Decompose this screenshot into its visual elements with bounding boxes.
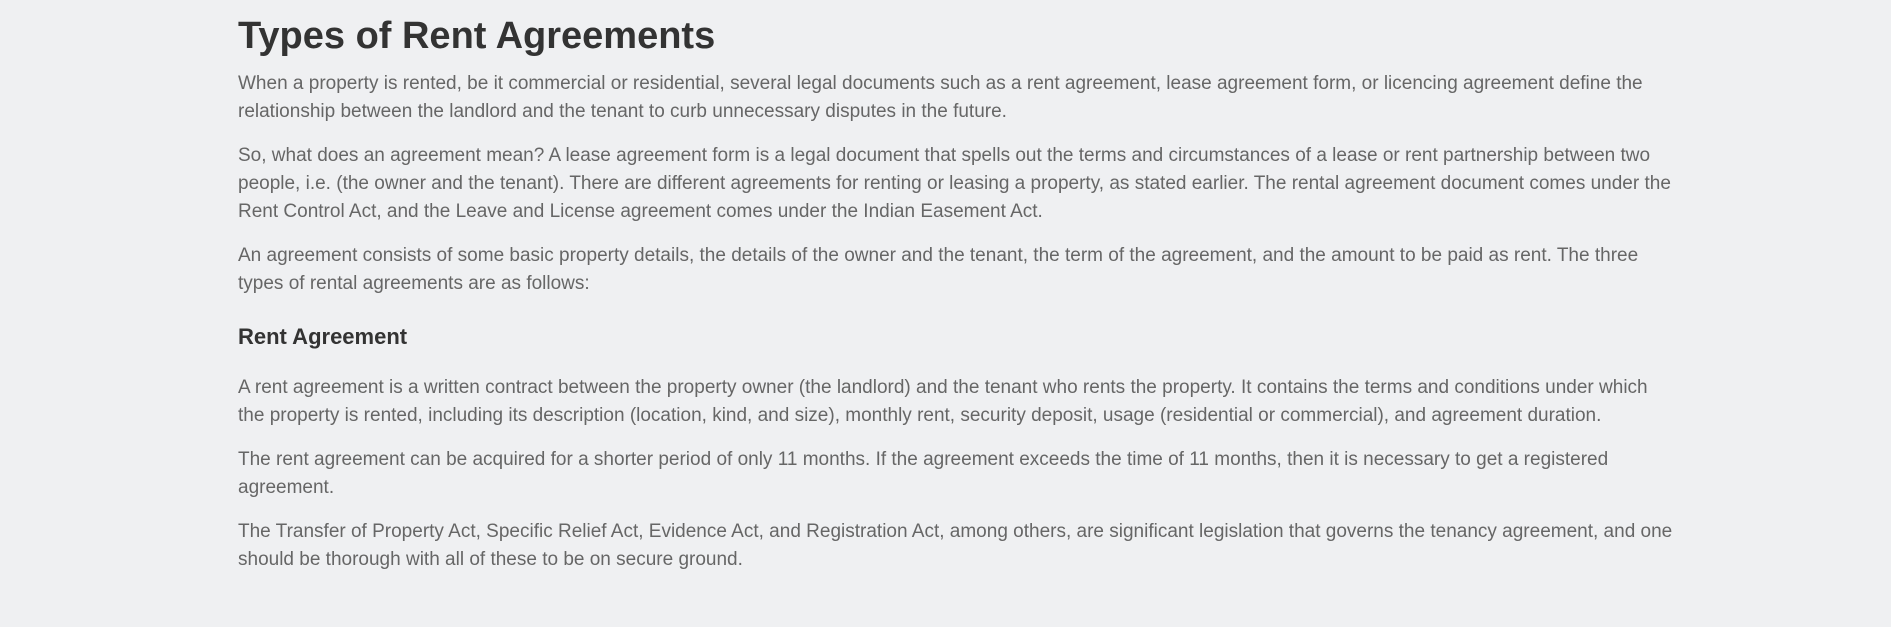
definition-paragraph: So, what does an agreement mean? A lease… <box>238 145 1671 222</box>
section-paragraph: The rent agreement can be acquired for a… <box>238 449 1609 498</box>
contents-paragraph: An agreement consists of some basic prop… <box>238 245 1639 294</box>
article: Types of Rent Agreements When a property… <box>238 0 1678 574</box>
section-heading-rent-agreement: Rent Agreement <box>238 324 408 349</box>
intro-paragraph: When a property is rented, be it commerc… <box>238 73 1643 122</box>
section-paragraph: The Transfer of Property Act, Specific R… <box>238 521 1673 570</box>
section-paragraph: A rent agreement is a written contract b… <box>238 377 1648 426</box>
page-title: Types of Rent Agreements <box>238 15 716 57</box>
